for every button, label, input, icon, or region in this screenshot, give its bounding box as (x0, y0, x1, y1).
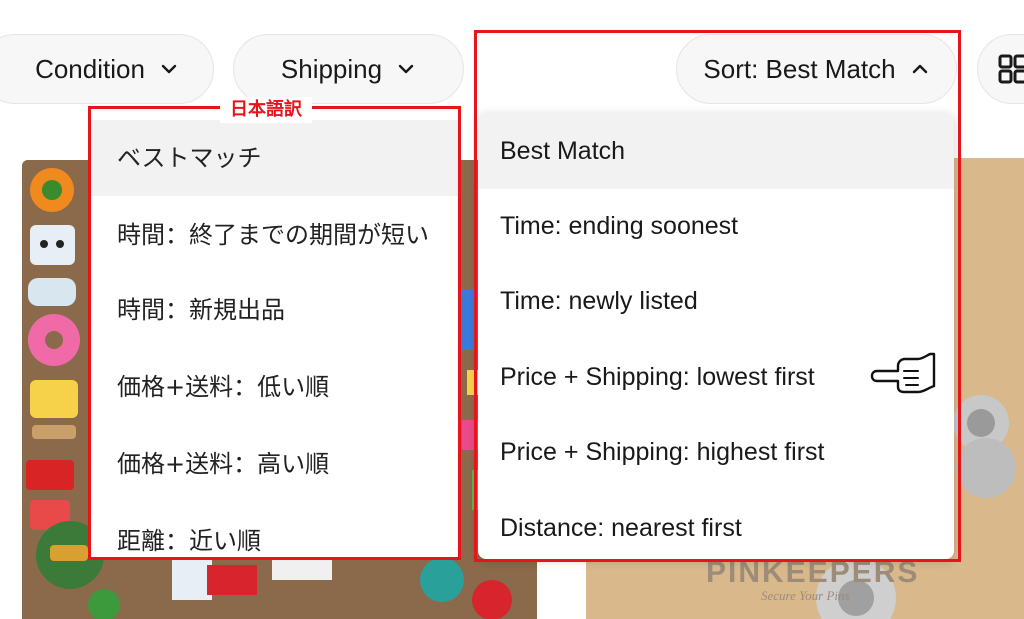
condition-filter-label: Condition (35, 53, 145, 84)
shipping-filter-button[interactable]: Shipping (233, 34, 464, 104)
jp-sort-option: 時間：新規出品 (117, 296, 285, 324)
chevron-up-icon (912, 64, 927, 74)
sort-option-ending-soonest[interactable]: Time: ending soonest (478, 188, 954, 264)
translation-panel: ベストマッチ 時間：終了までの期間が短い 時間：新規出品 価格+送料：低い順 価… (88, 106, 461, 560)
jp-sort-option: 時間：終了までの期間が短い (117, 221, 429, 249)
sort-option-price-highest[interactable]: Price + Shipping: highest first (478, 414, 954, 490)
jp-sort-option: ベストマッチ (91, 120, 458, 196)
translation-tag: 日本語訳 (220, 97, 312, 123)
pointing-hand-icon (870, 352, 936, 394)
jp-sort-option: 距離：近い順 (117, 527, 261, 555)
watermark-text: PINKEEPERS (706, 556, 920, 589)
sort-dropdown-menu: Best Match Time: ending soonest Time: ne… (478, 113, 954, 559)
jp-sort-option: 価格+送料：高い順 (117, 450, 330, 478)
chevron-down-icon (161, 64, 177, 74)
sort-option-distance-nearest[interactable]: Distance: nearest first (478, 490, 954, 559)
view-toggle-button[interactable] (977, 34, 1024, 104)
sort-dropdown-button[interactable]: Sort: Best Match (676, 34, 957, 104)
shipping-filter-label: Shipping (280, 53, 383, 84)
sort-dropdown-label: Sort: Best Match (703, 53, 896, 84)
watermark-subtext: Secure Your Pins (761, 588, 850, 603)
condition-filter-button[interactable]: Condition (0, 34, 214, 104)
grid-view-icon (998, 54, 1024, 84)
sort-option-best-match[interactable]: Best Match (478, 113, 954, 189)
jp-sort-option: 価格+送料：低い順 (117, 373, 330, 401)
chevron-down-icon (398, 64, 414, 74)
sort-option-newly-listed[interactable]: Time: newly listed (478, 263, 954, 339)
